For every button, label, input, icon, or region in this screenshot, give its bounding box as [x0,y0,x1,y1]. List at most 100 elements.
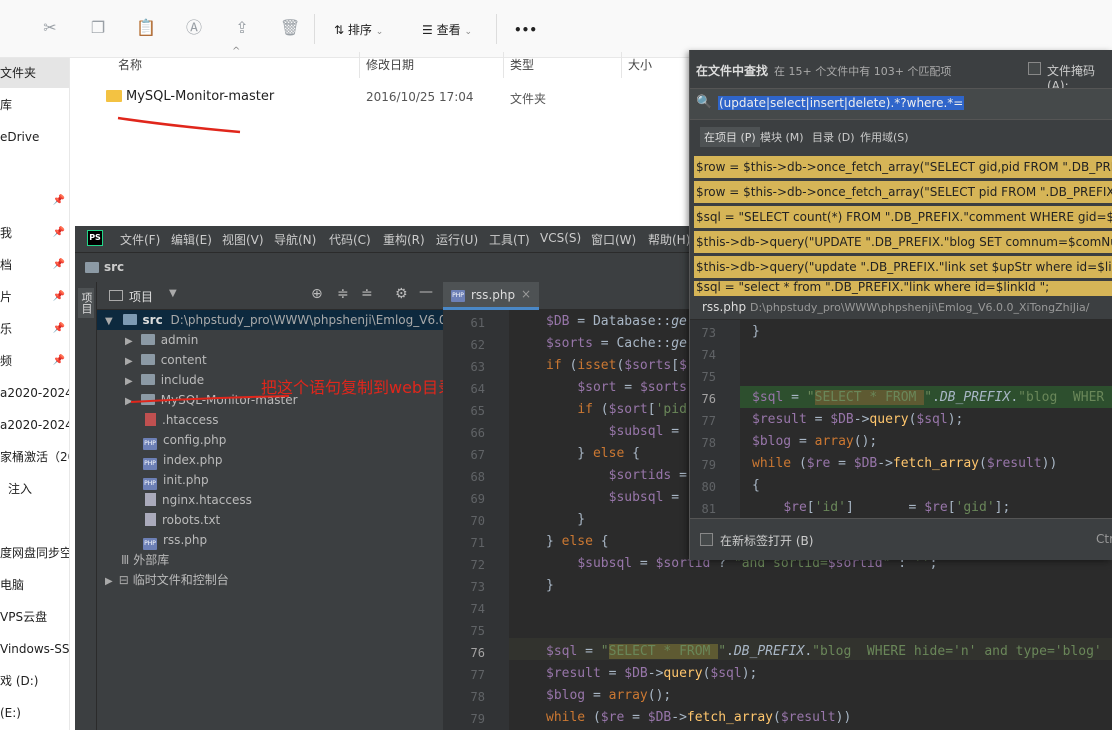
chevron-down-icon[interactable]: ▼ [169,288,177,299]
nav-item[interactable]: 片 📌 [0,282,69,312]
line-number: 78 [470,690,485,704]
tree-file[interactable]: PHP config.php [143,430,226,450]
scope-project[interactable]: 在项目 (P) [700,127,760,147]
tree-file[interactable]: PHP init.php [143,470,209,490]
line-number: 76 [701,392,716,406]
result-row[interactable]: $this->db->query("UPDATE ".DB_PREFIX."bl… [694,231,1112,253]
tree-folder[interactable]: ▶ content [125,350,207,370]
locate-icon[interactable]: ⊕ [311,286,323,302]
scope-custom[interactable]: 作用域(S) [860,129,909,145]
pin-icon: 📌 [52,227,65,238]
menu-window[interactable]: 窗口(W) [591,231,636,248]
tree-root[interactable]: ▼ src D:\phpstudy_pro\WWW\phpshenji\Emlo… [97,310,458,330]
menu-help[interactable]: 帮助(H) [648,231,690,248]
line-number: 66 [470,426,485,440]
nav-item[interactable]: (E:) [0,698,69,728]
nav-item[interactable]: 家桶激活（20 [0,442,69,472]
copy-icon[interactable]: ❐ [88,18,108,38]
view-button[interactable]: ☰ 查看 ⌄ [422,20,472,40]
nav-item[interactable]: 文件夹 [0,58,69,88]
line-number: 67 [470,448,485,462]
menu-refactor[interactable]: 重构(R) [383,231,425,248]
column-name[interactable]: 名称 [84,52,359,78]
nav-item[interactable]: a2020-2024( [0,378,69,408]
library-icon: Ⅲ [121,553,130,567]
cut-icon[interactable]: ✂ [40,18,60,38]
menu-vcs[interactable]: VCS(S) [540,231,581,245]
tree-folder[interactable]: ▶ admin [125,330,198,350]
pin-icon: 📌 [52,259,65,270]
nav-item[interactable]: 频 📌 [0,346,69,376]
delete-icon[interactable]: 🗑 [280,18,300,38]
expand-all-icon[interactable]: ≑ [337,286,349,302]
nav-item[interactable]: 档 📌 [0,250,69,280]
nav-item[interactable]: 乐 📌 [0,314,69,344]
menu-view[interactable]: 视图(V) [222,231,264,248]
find-footer: 在新标签打开 (B) Ctr [690,518,1112,560]
tree-file[interactable]: .htaccess [145,410,219,430]
rename-icon[interactable]: Ⓐ [184,18,204,38]
close-icon[interactable]: × [521,287,531,301]
more-button[interactable]: ••• [514,20,537,40]
line-number: 79 [701,458,716,472]
menu-file[interactable]: 文件(F) [120,231,160,248]
nav-item[interactable]: a2020-2024( [0,410,69,440]
nav-item[interactable]: eDrive [0,122,69,152]
nav-item[interactable]: 度网盘同步空 [0,538,69,568]
tree-file[interactable]: PHP rss.php [143,530,207,550]
line-number: 81 [701,502,716,516]
sort-button[interactable]: ⇅ 排序 ⌄ [334,20,383,40]
scope-module[interactable]: 模块 (M) [760,129,804,145]
column-type[interactable]: 类型 [503,52,621,78]
result-row[interactable]: $row = $this->db->once_fetch_array("SELE… [694,181,1112,203]
nav-item[interactable]: 📌 [0,186,69,216]
tree-file[interactable]: PHP index.php [143,450,222,470]
nav-item[interactable]: 我 📌 [0,218,69,248]
tree-file[interactable]: robots.txt [145,510,220,530]
red-underline-mark [130,395,290,403]
result-row[interactable]: $row = $this->db->once_fetch_array("SELE… [694,156,1112,178]
result-row[interactable]: $this->db->query("update ".DB_PREFIX."li… [694,256,1112,278]
breadcrumb[interactable]: src [104,260,124,274]
menu-run[interactable]: 运行(U) [436,231,478,248]
gear-icon[interactable]: ⚙ [395,286,408,302]
nav-item[interactable]: 注入 [0,474,69,504]
column-modified[interactable]: 修改日期 [359,52,503,78]
find-summary: 在 15+ 个文件中有 103+ 个匹配项 [774,65,952,78]
file-mask-checkbox[interactable] [1028,62,1041,75]
file-row[interactable]: MySQL-Monitor-master 2016/10/25 17:04 文件… [102,86,702,110]
line-number: 73 [470,580,485,594]
nav-item[interactable]: VPS云盘 [0,602,69,632]
result-row[interactable]: $sql = "SELECT count(*) FROM ".DB_PREFIX… [694,206,1112,228]
collapse-all-icon[interactable]: ≐ [361,286,373,302]
tab-rss-php[interactable]: PHP rss.php × [443,282,539,310]
menu-edit[interactable]: 编辑(E) [171,231,212,248]
column-size[interactable]: 大小 [621,52,691,78]
menu-code[interactable]: 代码(C) [329,231,371,248]
line-number: 73 [701,326,716,340]
file-type: 文件夹 [510,92,547,106]
tree-external-libraries[interactable]: Ⅲ 外部库 [121,550,169,570]
tree-folder[interactable]: ▶ include [125,370,204,390]
nav-item[interactable]: 戏 (D:) [0,666,69,696]
paste-icon[interactable]: 📋 [136,18,156,38]
minimize-icon[interactable]: — [419,284,433,300]
line-number: 80 [701,480,716,494]
tree-scratches[interactable]: ▶ ⊟ 临时文件和控制台 [105,570,229,590]
nav-item[interactable]: Vindows-SSD [0,634,69,664]
menu-navigate[interactable]: 导航(N) [274,231,316,248]
menu-tools[interactable]: 工具(T) [489,231,530,248]
project-tool-button[interactable]: 项目 [78,288,94,318]
line-number: 63 [470,360,485,374]
nav-item[interactable]: 电脑 [0,570,69,600]
new-tab-checkbox[interactable] [700,533,713,546]
tree-file[interactable]: nginx.htaccess [145,490,252,510]
share-icon[interactable]: ⇪ [232,18,252,38]
search-input[interactable]: 🔍 (update|select|insert|delete).*?where.… [690,88,1112,120]
text-file-icon [145,513,156,526]
scope-directory[interactable]: 目录 (D) [812,129,855,145]
line-number: 75 [701,370,716,384]
nav-item[interactable]: 库 [0,90,69,120]
result-row[interactable]: $sql = "select * from ".DB_PREFIX."link … [694,281,1112,296]
project-view-selector[interactable]: 项目 [129,288,153,305]
